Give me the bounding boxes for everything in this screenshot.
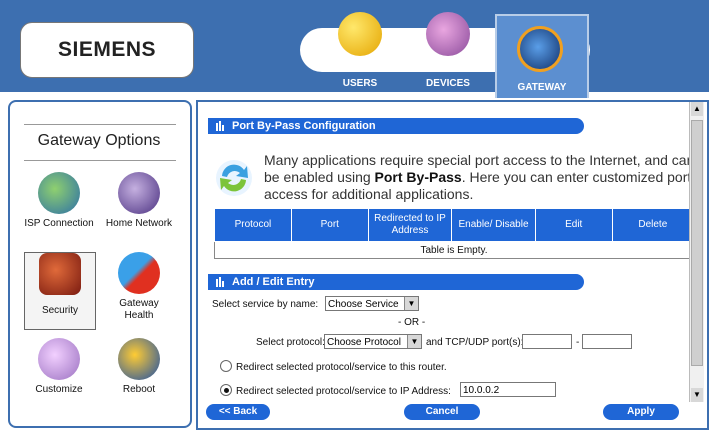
tab-gateway-label: GATEWAY	[517, 82, 567, 93]
port-bypass-table: Protocol Port Redirected to IP Address E…	[214, 208, 695, 259]
sidebar-title: Gateway Options	[37, 132, 161, 149]
sidebar-item-home-network[interactable]: Home Network	[104, 172, 174, 248]
scroll-up-icon[interactable]: ▲	[691, 102, 703, 116]
ports-label: and TCP/UDP port(s):	[426, 337, 524, 348]
sidebar-item-label: ISP Connection	[24, 218, 94, 229]
tab-gateway[interactable]: GATEWAY	[495, 14, 589, 98]
sidebar-item-reboot[interactable]: Reboot	[104, 338, 174, 414]
service-label: Select service by name:	[212, 299, 319, 310]
column-header: Port	[290, 208, 369, 242]
cancel-button[interactable]: Cancel	[404, 404, 480, 420]
service-select-value: Choose Service	[328, 299, 399, 310]
isp-connection-icon	[38, 172, 80, 214]
or-divider-text: - OR -	[398, 317, 426, 328]
sidebar-item-security[interactable]: Security	[24, 252, 96, 330]
scroll-down-icon[interactable]: ▼	[691, 388, 703, 402]
port-from-input[interactable]	[522, 334, 572, 349]
siemens-logo: SIEMENS	[20, 22, 194, 78]
thermometer-icon	[118, 252, 160, 294]
vertical-scrollbar[interactable]: ▲ ▼	[689, 102, 704, 402]
main-panel: Port By-Pass Configuration Many applicat…	[196, 100, 709, 430]
gateway-icon	[517, 26, 563, 72]
divider	[24, 124, 176, 125]
scroll-thumb[interactable]	[691, 120, 703, 366]
chevron-down-icon: ▼	[407, 335, 421, 348]
tab-devices[interactable]: DEVICES	[418, 12, 478, 92]
ip-address-input[interactable]: 10.0.0.2	[460, 382, 556, 397]
sidebar-item-label: Security	[41, 305, 79, 316]
home-network-icon	[118, 172, 160, 214]
sidebar-item-label: Home Network	[105, 218, 173, 229]
bars-icon	[216, 121, 224, 131]
refresh-arrows-icon	[216, 160, 252, 196]
palette-icon	[38, 338, 80, 380]
intro-text: Many applications require special port a…	[264, 152, 695, 202]
section-title: Port By-Pass Configuration	[232, 120, 376, 132]
protocol-select-value: Choose Protocol	[327, 337, 401, 348]
table-header-row: Protocol Port Redirected to IP Address E…	[214, 208, 695, 242]
column-header: Protocol	[214, 208, 292, 242]
radio-router-label: Redirect selected protocol/service to th…	[236, 362, 447, 373]
service-select[interactable]: Choose Service ▼	[325, 296, 419, 311]
radio-ip-label: Redirect selected protocol/service to IP…	[236, 386, 451, 397]
intro-bold: Port By-Pass	[374, 169, 462, 185]
sidebar-item-isp-connection[interactable]: ISP Connection	[24, 172, 94, 248]
users-icon	[338, 12, 382, 56]
radio-ip-address[interactable]	[220, 384, 232, 396]
app-header: SIEMENS USERS DEVICES GATEWAY	[0, 0, 709, 98]
section-header-add-edit: Add / Edit Entry	[208, 274, 584, 290]
protocol-label: Select protocol:	[256, 337, 325, 348]
tab-users[interactable]: USERS	[330, 12, 390, 92]
section-title: Add / Edit Entry	[232, 276, 315, 288]
sidebar-item-customize[interactable]: Customize	[24, 338, 94, 414]
column-header: Edit	[534, 208, 613, 242]
port-dash: -	[576, 337, 580, 348]
apply-button[interactable]: Apply	[603, 404, 679, 420]
tab-devices-label: DEVICES	[426, 78, 470, 89]
divider	[24, 160, 176, 161]
sidebar-item-label: Customize	[35, 384, 83, 395]
reboot-icon	[118, 338, 160, 380]
port-to-input[interactable]	[582, 334, 632, 349]
table-row: Table is Empty.	[214, 241, 694, 259]
chevron-down-icon: ▼	[404, 297, 418, 310]
radio-router[interactable]	[220, 360, 232, 372]
column-header: Enable/ Disable	[451, 208, 536, 242]
sidebar-item-gateway-health[interactable]: Gateway Health	[104, 252, 174, 328]
sidebar-item-label: Gateway Health	[119, 298, 159, 321]
back-button[interactable]: << Back	[206, 404, 270, 420]
column-header: Redirected to IP Address	[367, 208, 453, 242]
tab-users-label: USERS	[342, 78, 378, 89]
devices-icon	[426, 12, 470, 56]
empty-message: Table is Empty.	[214, 241, 694, 259]
section-header-port-bypass: Port By-Pass Configuration	[208, 118, 584, 134]
bars-icon	[216, 277, 224, 287]
sidebar: Gateway Options ISP Connection Home Netw…	[8, 100, 192, 428]
sidebar-item-label: Reboot	[122, 384, 156, 395]
protocol-select[interactable]: Choose Protocol ▼	[324, 334, 422, 349]
security-lock-icon	[39, 253, 81, 295]
column-header: Delete	[611, 208, 695, 242]
